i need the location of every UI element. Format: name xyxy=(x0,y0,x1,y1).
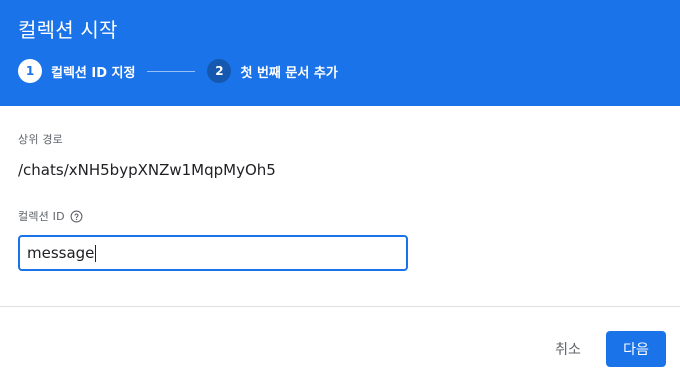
parent-path-value: /chats/xNH5bypXNZw1MqpMyOh5 xyxy=(18,161,276,179)
parent-path-label: 상위 경로 xyxy=(18,133,63,146)
dialog-header: 컬렉션 시작 1 컬렉션 ID 지정 2 첫 번째 문서 추가 xyxy=(0,0,680,106)
collection-id-label-row: 컬렉션 ID xyxy=(18,208,83,224)
dialog-title: 컬렉션 시작 xyxy=(18,18,118,42)
step-1: 1 컬렉션 ID 지정 xyxy=(18,59,135,83)
start-collection-dialog: 컬렉션 시작 1 컬렉션 ID 지정 2 첫 번째 문서 추가 상위 경로 /c… xyxy=(0,0,680,390)
cancel-button[interactable]: 취소 xyxy=(540,331,596,367)
footer-divider xyxy=(0,306,680,307)
step-connector xyxy=(147,70,196,72)
step-2-label: 첫 번째 문서 추가 xyxy=(240,65,338,81)
step-1-number: 1 xyxy=(18,59,42,83)
help-circle-icon[interactable] xyxy=(70,210,83,223)
next-button[interactable]: 다음 xyxy=(606,331,666,367)
step-1-label: 컬렉션 ID 지정 xyxy=(51,65,136,81)
step-2: 2 첫 번째 문서 추가 xyxy=(207,59,338,83)
stepper: 1 컬렉션 ID 지정 2 첫 번째 문서 추가 xyxy=(18,59,338,83)
collection-id-label: 컬렉션 ID xyxy=(18,210,65,223)
collection-id-input[interactable]: message xyxy=(18,235,408,271)
text-caret xyxy=(95,244,97,262)
collection-id-input-value: message xyxy=(27,244,95,262)
step-2-number: 2 xyxy=(207,59,232,83)
